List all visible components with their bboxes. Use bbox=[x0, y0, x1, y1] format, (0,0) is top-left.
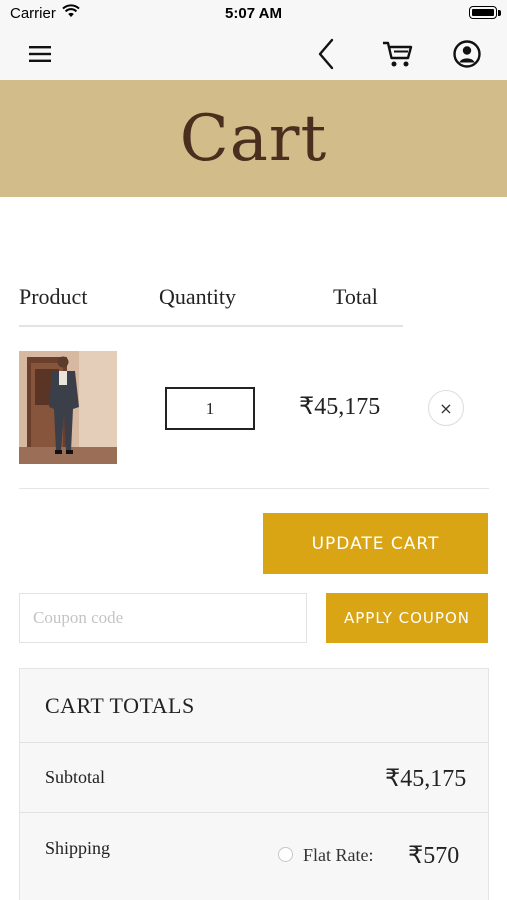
shipping-option-label: Flat Rate: bbox=[303, 845, 374, 865]
battery-icon bbox=[469, 6, 497, 19]
status-bar: Carrier 5:07 AM bbox=[0, 0, 507, 28]
close-icon: × bbox=[439, 398, 453, 418]
page-title: Cart bbox=[179, 101, 328, 176]
account-icon[interactable] bbox=[449, 36, 485, 72]
back-icon[interactable] bbox=[308, 36, 344, 72]
quantity-input[interactable]: 1 bbox=[165, 387, 255, 430]
divider bbox=[20, 742, 488, 743]
product-column-header: Product bbox=[19, 284, 88, 309]
cart-banner: Cart bbox=[0, 80, 507, 197]
cart-icon[interactable] bbox=[380, 36, 416, 72]
cart-table-header: Product Quantity Total bbox=[19, 284, 403, 327]
coupon-code-input[interactable]: Coupon code bbox=[19, 593, 307, 643]
subtotal-label: Subtotal bbox=[45, 767, 106, 787]
cart-totals-panel: CART TOTALS Subtotal ₹45,175 Shipping Fl… bbox=[19, 668, 489, 900]
shipping-label: Shipping bbox=[45, 838, 111, 858]
cart-totals-title: CART TOTALS bbox=[45, 693, 195, 718]
top-nav-bar bbox=[0, 28, 507, 80]
divider bbox=[20, 812, 488, 813]
total-column-header: Total bbox=[333, 284, 378, 309]
product-thumbnail[interactable] bbox=[19, 351, 117, 464]
subtotal-value: ₹45,175 bbox=[385, 766, 467, 792]
quantity-column-header: Quantity bbox=[159, 284, 236, 309]
flat-rate-radio[interactable] bbox=[278, 847, 293, 862]
line-total: ₹45,175 bbox=[299, 394, 381, 420]
shipping-value: ₹570 bbox=[408, 843, 460, 869]
remove-item-button[interactable]: × bbox=[428, 390, 464, 426]
update-cart-button[interactable]: UPDATE CART bbox=[263, 513, 488, 574]
status-time: 5:07 AM bbox=[225, 5, 282, 22]
cart-item-row: 1 ₹45,175 × bbox=[19, 340, 489, 489]
apply-coupon-button[interactable]: APPLY COUPON bbox=[326, 593, 488, 643]
battery-tip bbox=[498, 10, 501, 16]
menu-icon[interactable] bbox=[22, 36, 58, 72]
